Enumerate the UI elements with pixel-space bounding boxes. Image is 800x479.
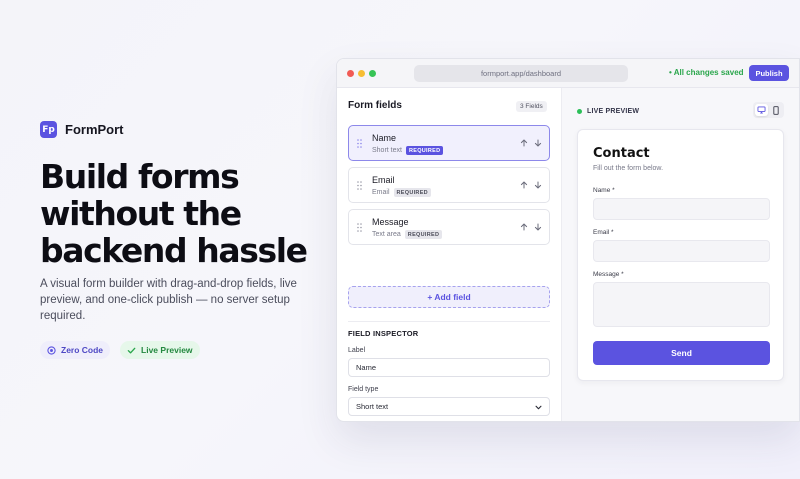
fields-count-badge: 3 Fields <box>516 101 547 112</box>
chip-live-preview: Live Preview <box>120 341 200 359</box>
preview-message-label: Message * <box>593 271 624 278</box>
form-preview-card: Contact Fill out the form below. Name * … <box>577 129 784 381</box>
field-meta: Text area REQUIRED <box>372 230 443 239</box>
app-window: formport.app/dashboard • All changes sav… <box>336 58 800 422</box>
send-button[interactable]: Send <box>593 341 770 365</box>
required-badge: REQUIRED <box>393 188 431 197</box>
mobile-icon <box>773 105 779 115</box>
move-down-icon[interactable] <box>534 181 542 189</box>
field-type-value: Short text <box>356 402 389 411</box>
required-badge: REQUIRED <box>405 146 444 155</box>
section-divider <box>348 321 550 322</box>
brand-logo-icon: Fp <box>40 121 57 138</box>
builder-title: Form fields <box>348 100 402 111</box>
required-badge: REQUIRED <box>404 230 443 239</box>
desktop-icon <box>757 106 766 114</box>
mobile-view-button[interactable] <box>770 104 783 116</box>
feature-chips: Zero Code Live Preview <box>40 341 200 359</box>
field-type: Email <box>372 189 390 196</box>
desktop-view-button[interactable] <box>755 104 768 116</box>
field-card-message[interactable]: Message Text area REQUIRED <box>348 209 550 245</box>
brand: Fp FormPort <box>40 121 124 138</box>
preview-email-label: Email * <box>593 229 614 236</box>
field-card-email[interactable]: Email Email REQUIRED <box>348 167 550 203</box>
address-bar[interactable]: formport.app/dashboard <box>414 65 628 82</box>
form-subtitle: Fill out the form below. <box>593 165 664 172</box>
preview-message-textarea[interactable] <box>593 282 770 327</box>
live-status-dot <box>577 109 582 114</box>
chip-label: Live Preview <box>141 345 193 355</box>
field-type: Text area <box>372 231 401 238</box>
move-down-icon[interactable] <box>534 139 542 147</box>
builder-panel: Form fields 3 Fields Name Short text REQ… <box>337 88 562 421</box>
drag-handle-icon[interactable] <box>357 181 362 190</box>
device-toggle <box>753 102 784 118</box>
preview-label: LIVE PREVIEW <box>577 108 639 115</box>
field-name: Email <box>372 175 395 185</box>
drag-handle-icon[interactable] <box>357 223 362 232</box>
target-icon <box>47 345 56 355</box>
reorder-controls <box>520 139 542 147</box>
maximize-window-button[interactable] <box>369 70 376 77</box>
form-title: Contact <box>593 146 650 161</box>
preview-name-input[interactable] <box>593 198 770 220</box>
publish-button[interactable]: Publish <box>749 65 789 81</box>
field-type-caption: Field type <box>348 386 379 393</box>
move-down-icon[interactable] <box>534 223 542 231</box>
chip-zero-code: Zero Code <box>40 341 111 359</box>
move-up-icon[interactable] <box>520 181 528 189</box>
label-input-value: Name <box>356 363 377 372</box>
hero-headline: Build forms without the backend hassle <box>40 157 308 270</box>
brand-name: FormPort <box>65 122 124 137</box>
field-type-select[interactable]: Short text <box>348 397 550 416</box>
reorder-controls <box>520 223 542 231</box>
window-titlebar: formport.app/dashboard • All changes sav… <box>337 59 799 88</box>
preview-panel: LIVE PREVIEW Contact Fill out the form b… <box>562 88 799 421</box>
field-card-name[interactable]: Name Short text REQUIRED <box>348 125 550 161</box>
add-field-button[interactable]: + Add field <box>348 286 550 308</box>
label-input[interactable]: Name <box>348 358 550 377</box>
chevron-down-icon <box>535 405 542 410</box>
workspace: Form fields 3 Fields Name Short text REQ… <box>337 88 799 421</box>
drag-handle-icon[interactable] <box>357 139 362 148</box>
field-meta: Short text REQUIRED <box>372 146 444 155</box>
minimize-window-button[interactable] <box>358 70 365 77</box>
save-status: • All changes saved <box>669 68 744 77</box>
inspector-title: FIELD INSPECTOR <box>348 329 419 338</box>
field-name: Name <box>372 133 397 143</box>
move-up-icon[interactable] <box>520 223 528 231</box>
field-meta: Email REQUIRED <box>372 188 431 197</box>
close-window-button[interactable] <box>347 70 354 77</box>
move-up-icon[interactable] <box>520 139 528 147</box>
field-name: Message <box>372 217 409 227</box>
preview-name-label: Name * <box>593 187 615 194</box>
hero-subtext: A visual form builder with drag-and-drop… <box>40 278 297 322</box>
label-caption: Label <box>348 347 366 354</box>
reorder-controls <box>520 181 542 189</box>
chip-label: Zero Code <box>61 345 104 355</box>
check-icon <box>127 347 136 354</box>
preview-label-text: LIVE PREVIEW <box>587 108 640 115</box>
field-type: Short text <box>372 147 402 154</box>
preview-email-input[interactable] <box>593 240 770 262</box>
